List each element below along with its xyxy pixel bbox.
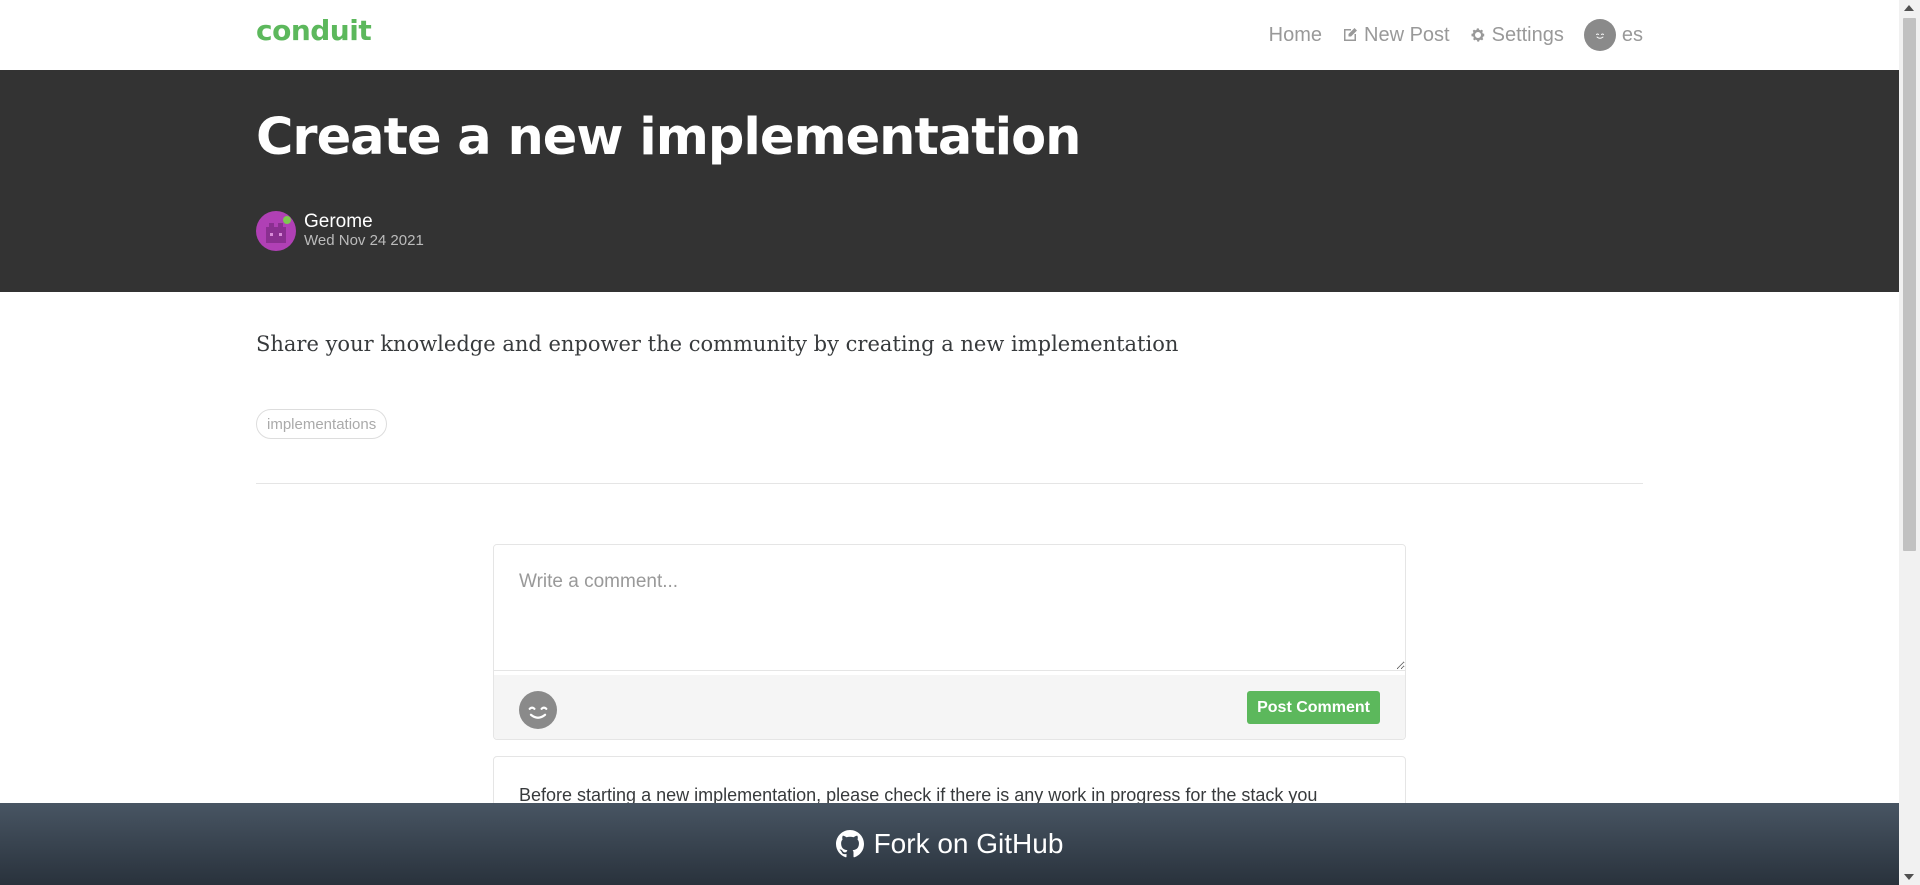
- github-label: Fork on GitHub: [873, 828, 1064, 859]
- comment-input[interactable]: [494, 545, 1405, 671]
- nav-home[interactable]: Home: [1269, 24, 1322, 47]
- page: conduit Home New Post Settings es Create…: [0, 0, 1899, 885]
- author-avatar-image: [266, 216, 291, 243]
- nav-settings-label: Settings: [1491, 23, 1564, 46]
- nav-settings[interactable]: Settings: [1470, 24, 1564, 47]
- smiley-icon: [528, 706, 548, 719]
- comment-form: Post Comment: [493, 544, 1406, 740]
- smiley-icon: [1595, 33, 1604, 39]
- post-comment-button[interactable]: Post Comment: [1247, 691, 1380, 724]
- article-title: Create a new implementation: [256, 108, 1081, 167]
- article-meta: Gerome Wed Nov 24 2021: [256, 211, 424, 251]
- divider: [256, 483, 1643, 484]
- navbar: conduit Home New Post Settings es: [0, 0, 1899, 70]
- brand-logo[interactable]: conduit: [256, 14, 372, 47]
- author-avatar[interactable]: [256, 211, 296, 251]
- gear-icon: [1471, 28, 1485, 42]
- nav-links: Home New Post Settings es: [1269, 0, 1643, 70]
- nav-new-post-label: New Post: [1364, 23, 1450, 46]
- scrollbar[interactable]: [1899, 0, 1920, 885]
- nav-new-post[interactable]: New Post: [1342, 24, 1450, 47]
- nav-home-label: Home: [1268, 23, 1323, 46]
- author-info: Gerome Wed Nov 24 2021: [304, 212, 424, 250]
- author-name[interactable]: Gerome: [304, 212, 424, 232]
- nav-username: es: [1621, 23, 1643, 46]
- github-fork-bar[interactable]: Fork on GitHub: [0, 803, 1899, 885]
- scroll-down-arrow-icon[interactable]: [1904, 874, 1914, 880]
- scrollbar-thumb[interactable]: [1903, 18, 1916, 551]
- article-banner: Create a new implementation Gerome Wed N…: [0, 70, 1899, 292]
- comment-form-footer: Post Comment: [494, 675, 1405, 739]
- user-avatar: [1583, 19, 1616, 51]
- github-icon: [835, 830, 864, 858]
- compose-icon: [1344, 28, 1358, 41]
- article-body: Share your knowledge and enpower the com…: [256, 332, 1179, 356]
- nav-profile[interactable]: es: [1583, 19, 1643, 51]
- comment-author-avatar: [519, 691, 557, 729]
- article-date: Wed Nov 24 2021: [304, 232, 424, 249]
- tag-pill[interactable]: implementations: [256, 409, 388, 439]
- scroll-up-arrow-icon[interactable]: [1904, 5, 1914, 11]
